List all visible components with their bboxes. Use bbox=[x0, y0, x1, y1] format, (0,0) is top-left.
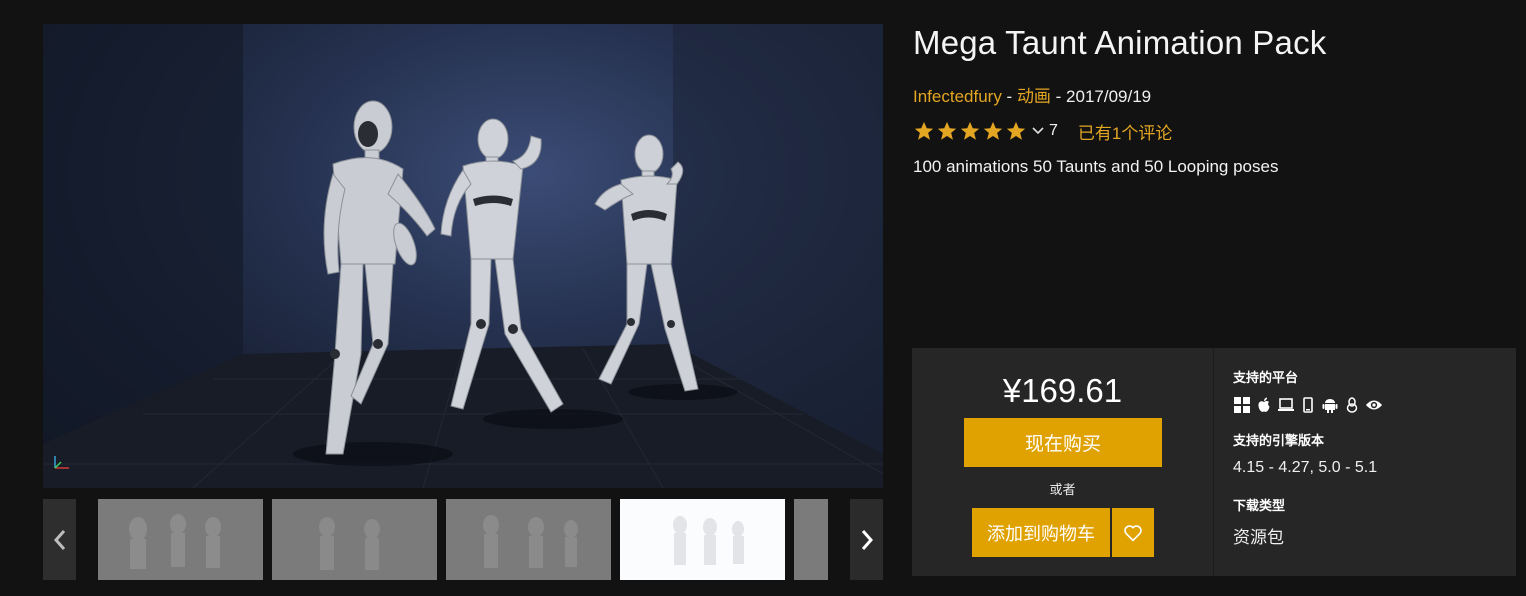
heart-icon bbox=[1124, 524, 1142, 541]
thumbnail-5[interactable] bbox=[794, 499, 828, 580]
product-description: 100 animations 50 Taunts and 50 Looping … bbox=[913, 157, 1279, 176]
download-type: 资源包 bbox=[1233, 528, 1284, 547]
panel-divider bbox=[1213, 348, 1214, 576]
engine-versions: 4.15 - 4.27, 5.0 - 5.1 bbox=[1233, 459, 1378, 476]
next-image-button[interactable] bbox=[850, 499, 883, 580]
or-label: 或者 bbox=[1049, 482, 1076, 497]
meta-separator: - bbox=[1001, 87, 1017, 106]
star-icon bbox=[914, 121, 934, 140]
author-link[interactable]: Infectedfury bbox=[913, 87, 1002, 106]
chevron-down-icon[interactable] bbox=[1031, 126, 1045, 136]
meta-separator: - bbox=[1050, 87, 1067, 106]
star-icon bbox=[937, 121, 957, 140]
platforms-label: 支持的平台 bbox=[1233, 370, 1299, 385]
linux-icon[interactable] bbox=[1343, 396, 1361, 414]
windows-icon[interactable] bbox=[1233, 396, 1251, 414]
chevron-left-icon bbox=[53, 529, 65, 550]
laptop-icon[interactable] bbox=[1277, 396, 1295, 414]
release-date: 2017/09/19 bbox=[1066, 87, 1152, 106]
wishlist-button[interactable] bbox=[1112, 508, 1154, 557]
main-preview-image[interactable] bbox=[43, 24, 883, 488]
thumbnail-2[interactable] bbox=[272, 499, 437, 580]
star-icon bbox=[983, 121, 1003, 140]
chevron-right-icon bbox=[861, 529, 873, 550]
apple-icon[interactable] bbox=[1255, 396, 1273, 414]
add-to-cart-button[interactable]: 添加到购物车 bbox=[972, 508, 1110, 557]
thumbnail-strip bbox=[43, 499, 883, 580]
android-icon[interactable] bbox=[1321, 396, 1339, 414]
rating-count: 7 bbox=[1049, 122, 1058, 139]
reviews-link[interactable]: 已有1个评论 bbox=[1078, 119, 1172, 144]
thumbnail-1[interactable] bbox=[98, 499, 263, 580]
platform-icons bbox=[1233, 396, 1383, 414]
price: ¥169.61 bbox=[1002, 372, 1123, 409]
previous-image-button[interactable] bbox=[43, 499, 76, 580]
star-rating[interactable] bbox=[913, 120, 1027, 142]
category-link[interactable]: 动画 bbox=[1017, 87, 1051, 106]
rating-row: 7 已有1个评论 bbox=[913, 118, 1172, 144]
purchase-panel: ¥169.61 现在购买 或者 添加到购物车 支持的平台 支持的引擎版本 4.1… bbox=[912, 348, 1516, 576]
product-meta: Infectedfury - 动画 - 2017/09/19 bbox=[913, 82, 1151, 107]
thumbnail-4[interactable] bbox=[620, 499, 785, 580]
star-icon bbox=[1006, 121, 1026, 140]
thumbnail-3[interactable] bbox=[446, 499, 611, 580]
mobile-icon[interactable] bbox=[1299, 396, 1317, 414]
buy-now-button[interactable]: 现在购买 bbox=[964, 418, 1162, 467]
product-title: Mega Taunt Animation Pack bbox=[913, 24, 1327, 61]
star-icon bbox=[960, 121, 980, 140]
download-type-label: 下载类型 bbox=[1233, 498, 1286, 513]
eye-icon[interactable] bbox=[1365, 396, 1383, 414]
engine-label: 支持的引擎版本 bbox=[1233, 433, 1325, 448]
